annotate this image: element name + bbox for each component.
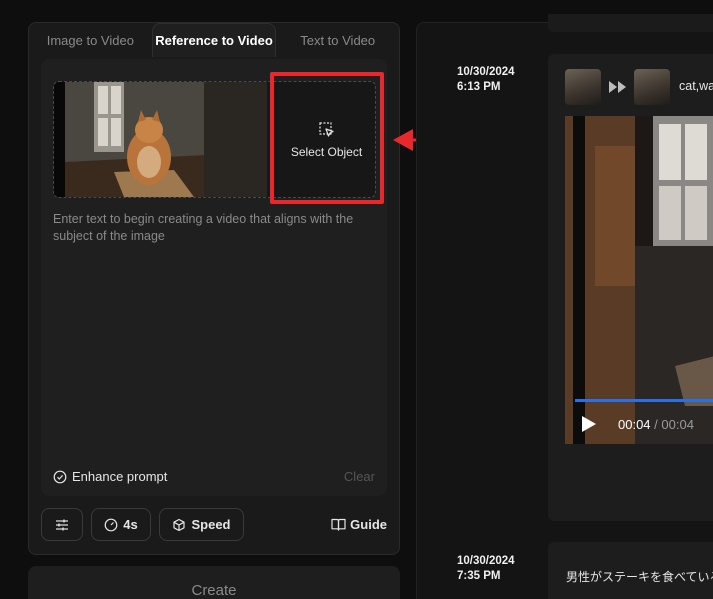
play-icon[interactable] (581, 415, 597, 433)
video-progress-bar[interactable] (575, 399, 713, 402)
annotation-highlight-box (270, 72, 384, 204)
speed-label: Speed (191, 517, 231, 532)
duration-label: 4s (123, 517, 138, 532)
history-caption-2: 男性がステーキを食べている (566, 570, 713, 584)
video-timecode: 00:04 / 00:04 (618, 417, 694, 432)
history-date-1: 10/30/2024 6:13 PM (457, 66, 515, 93)
duration-button[interactable]: 4s (91, 508, 151, 541)
create-button[interactable]: Create (28, 566, 400, 599)
timer-icon (104, 518, 118, 531)
clear-button[interactable]: Clear (344, 469, 375, 484)
history-reference-thumbnail (634, 69, 670, 105)
cube-icon (173, 518, 186, 531)
history-source-thumbnail (565, 69, 601, 105)
video-player[interactable]: 00:04 / 00:04 (565, 116, 713, 444)
settings-button[interactable] (41, 508, 83, 541)
speed-button[interactable]: Speed (159, 508, 244, 541)
fast-forward-icon (609, 81, 626, 93)
history-date-2: 10/30/2024 7:35 PM (457, 555, 515, 582)
tab-image-to-video[interactable]: Image to Video (29, 23, 152, 57)
tab-reference-to-video[interactable]: Reference to Video (151, 23, 277, 57)
guide-link[interactable]: Guide (331, 508, 387, 541)
history-card-previous (548, 14, 713, 32)
history-caption-1: cat,wa (679, 79, 713, 93)
enhance-prompt-label: Enhance prompt (72, 469, 168, 484)
check-circle-icon (53, 470, 67, 483)
enhance-prompt-toggle[interactable]: Enhance prompt (53, 469, 167, 484)
book-icon (331, 518, 346, 531)
mode-tabs: Image to Video Reference to Video Text t… (29, 23, 399, 57)
tab-text-to-video[interactable]: Text to Video (276, 23, 399, 57)
sliders-icon (56, 519, 68, 530)
guide-label: Guide (350, 517, 387, 532)
generation-toolbar: 4s Speed Guide (41, 508, 387, 541)
reference-image (54, 82, 267, 197)
prompt-input[interactable]: Enter text to begin creating a video tha… (53, 211, 373, 245)
